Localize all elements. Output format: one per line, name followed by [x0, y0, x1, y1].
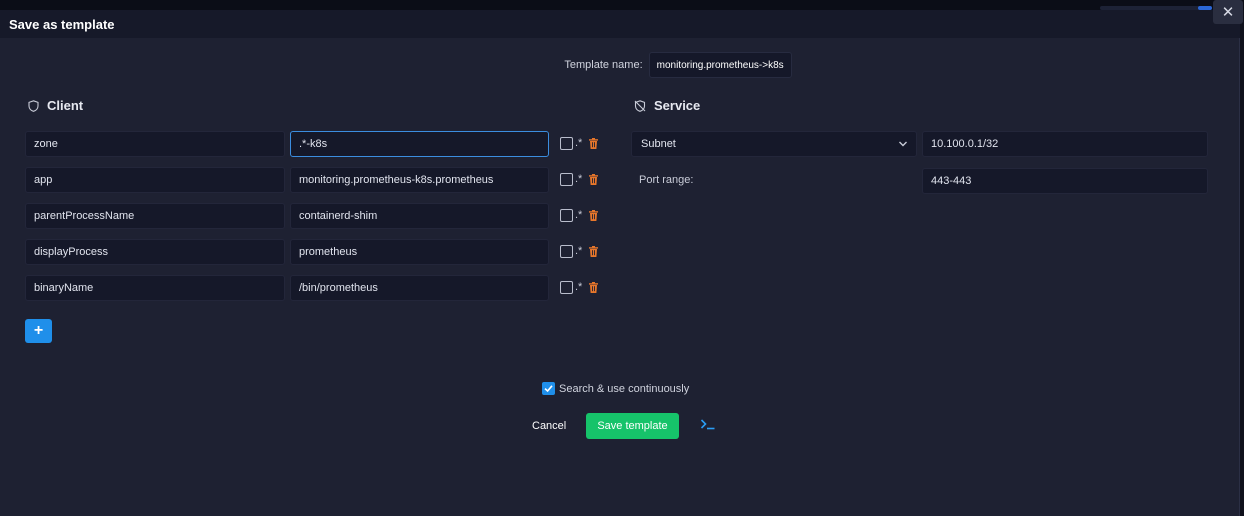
client-value-field[interactable]: containerd-shim [290, 203, 549, 229]
regex-toggle: .* [560, 244, 599, 258]
trash-icon[interactable] [589, 210, 599, 221]
regex-checkbox[interactable] [560, 137, 573, 150]
template-name-label: Template name: [564, 59, 643, 71]
port-range-label: Port range: [639, 174, 694, 186]
regex-checkbox[interactable] [560, 209, 573, 222]
dialog-title: Save as template [9, 16, 115, 32]
trash-icon[interactable] [589, 138, 599, 149]
trash-icon[interactable] [589, 174, 599, 185]
continuous-checkbox[interactable] [542, 382, 555, 395]
check-icon [544, 385, 553, 393]
regex-label: .* [575, 244, 583, 257]
save-template-button[interactable]: Save template [586, 413, 679, 439]
service-type-value: Subnet [641, 138, 676, 150]
template-name-row: Template name: monitoring.prometheus->k8… [0, 52, 1240, 78]
regex-checkbox[interactable] [560, 281, 573, 294]
client-value-field[interactable]: monitoring.prometheus-k8s.prometheus [290, 167, 549, 193]
shield-off-icon [634, 99, 646, 112]
continuous-toggle[interactable]: Search & use continuously [542, 382, 689, 395]
regex-label: .* [575, 172, 583, 185]
service-type-select[interactable]: Subnet [631, 131, 917, 157]
client-heading: Client [28, 98, 83, 113]
client-value-field[interactable]: /bin/prometheus [290, 275, 549, 301]
regex-toggle: .* [560, 280, 599, 294]
cancel-button[interactable]: Cancel [532, 420, 566, 432]
save-template-dialog: Save as template Template name: monitori… [0, 10, 1240, 516]
close-button[interactable]: ✕ [1213, 0, 1243, 24]
service-heading: Service [634, 98, 700, 113]
regex-label: .* [575, 208, 583, 221]
subnet-field[interactable]: 10.100.0.1/32 [922, 131, 1208, 157]
regex-toggle: .* [560, 208, 599, 222]
regex-toggle: .* [560, 136, 599, 150]
service-heading-label: Service [654, 98, 701, 113]
continuous-label: Search & use continuously [559, 382, 690, 395]
client-heading-label: Client [47, 98, 84, 113]
regex-label: .* [575, 136, 583, 149]
regex-checkbox[interactable] [560, 173, 573, 186]
client-key-field[interactable]: zone [25, 131, 285, 157]
trash-icon[interactable] [589, 246, 599, 257]
chevron-down-icon [899, 141, 907, 147]
regex-checkbox[interactable] [560, 245, 573, 258]
port-range-field[interactable]: 443-443 [922, 168, 1208, 194]
backdrop-strip [0, 0, 1244, 10]
client-value-field[interactable]: prometheus [290, 239, 549, 265]
dialog-titlebar: Save as template [0, 10, 1240, 38]
shield-icon [28, 99, 39, 112]
client-key-field[interactable]: parentProcessName [25, 203, 285, 229]
add-condition-button[interactable]: + [25, 319, 52, 343]
trash-icon[interactable] [589, 282, 599, 293]
regex-label: .* [575, 280, 583, 293]
template-name-input[interactable]: monitoring.prometheus->k8s [648, 52, 792, 78]
client-key-field[interactable]: displayProcess [25, 239, 285, 265]
client-key-field[interactable]: app [25, 167, 285, 193]
regex-toggle: .* [560, 172, 599, 186]
client-key-field[interactable]: binaryName [25, 275, 285, 301]
client-value-field[interactable]: .*-k8s [290, 131, 549, 157]
terminal-icon[interactable] [700, 418, 716, 430]
